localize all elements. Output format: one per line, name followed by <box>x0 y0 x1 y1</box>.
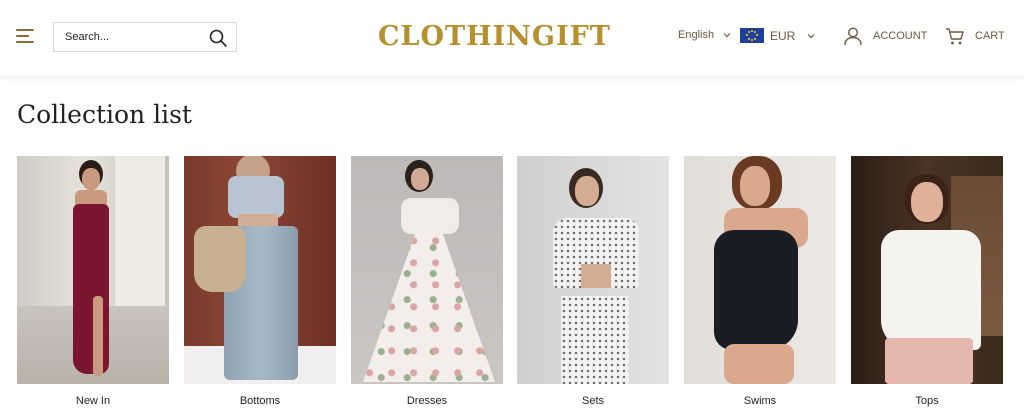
currency-selector[interactable]: EUR <box>740 28 815 43</box>
collection-card-sets[interactable]: Sets <box>517 156 669 407</box>
collection-image[interactable] <box>17 156 169 384</box>
collection-image[interactable] <box>517 156 669 384</box>
collection-label[interactable]: Tops <box>851 395 1003 407</box>
search-icon[interactable] <box>208 28 228 48</box>
collection-card-swims[interactable]: Swims <box>684 156 836 407</box>
collection-label[interactable]: New In <box>17 395 169 407</box>
collection-image[interactable] <box>684 156 836 384</box>
collection-card-bottoms[interactable]: Bottoms <box>184 156 336 407</box>
language-label: English <box>678 29 715 41</box>
cart-link[interactable]: CART <box>945 26 1005 46</box>
collection-label[interactable]: Bottoms <box>184 395 336 407</box>
page-title: Collection list <box>17 100 192 129</box>
eu-flag-icon <box>740 28 764 43</box>
collection-card-tops[interactable]: Tops <box>851 156 1003 407</box>
chevron-down-icon <box>807 33 815 38</box>
language-selector[interactable]: English <box>678 29 731 41</box>
collection-image[interactable] <box>851 156 1003 384</box>
collection-label[interactable]: Sets <box>517 395 669 407</box>
menu-icon[interactable] <box>16 27 36 45</box>
chevron-down-icon <box>723 33 731 38</box>
search-form <box>53 22 237 52</box>
collection-label[interactable]: Swims <box>684 395 836 407</box>
site-logo[interactable]: CLOTHINGIFT <box>378 19 648 55</box>
cart-icon <box>946 28 964 45</box>
cart-label: CART <box>975 30 1005 42</box>
currency-label: EUR <box>770 28 796 43</box>
account-label: ACCOUNT <box>873 30 928 42</box>
collection-card-new-in[interactable]: New In <box>17 156 169 407</box>
account-link[interactable]: ACCOUNT <box>843 26 927 46</box>
search-input[interactable] <box>54 23 204 51</box>
collection-image[interactable] <box>351 156 503 384</box>
collection-grid: New In Bottoms Dresses Sets Swims Tops <box>17 156 1007 418</box>
collection-label[interactable]: Dresses <box>351 395 503 407</box>
user-icon <box>844 27 862 46</box>
collection-image[interactable] <box>184 156 336 384</box>
collection-card-dresses[interactable]: Dresses <box>351 156 503 407</box>
site-header: CLOTHINGIFT English EUR ACCOUNT CART <box>0 0 1024 76</box>
